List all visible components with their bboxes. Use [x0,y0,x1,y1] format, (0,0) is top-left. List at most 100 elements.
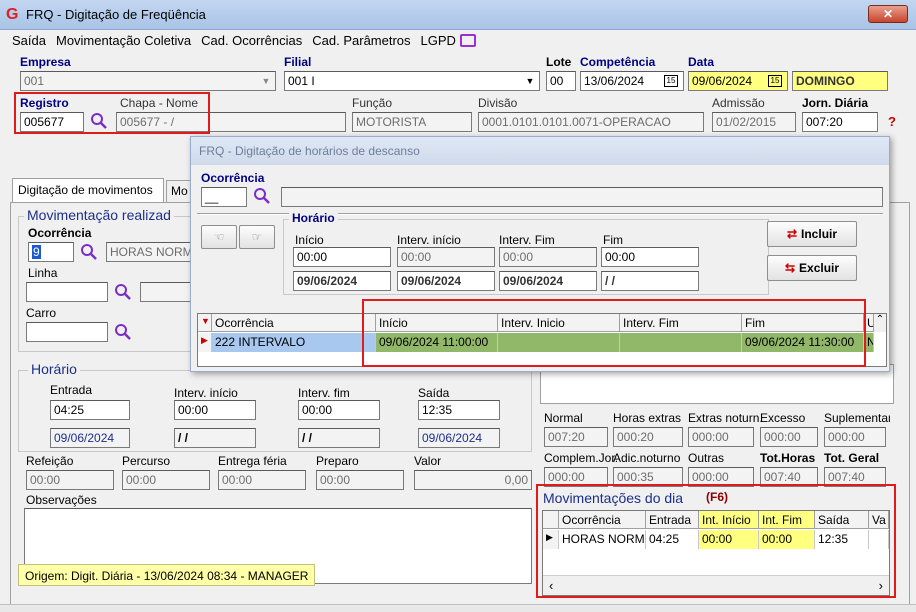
dialog-fim-date[interactable]: / / [601,271,699,291]
dialog-header-int-fim[interactable]: Interv. Fim [620,314,742,332]
rest-hours-dialog: FRQ - Digitação de horários de descanso … [190,136,890,372]
window-title: FRQ - Digitação de Freqüência [26,7,206,22]
dialog-header-inicio[interactable]: Início [376,314,498,332]
help-button[interactable]: ? [884,114,900,132]
dialog-int-fim-label: Interv. Fim [499,233,555,247]
dialog-header-int-inicio[interactable]: Interv. Inicio [498,314,620,332]
percurso-field[interactable]: 00:00 [122,470,210,490]
ocorrencia-desc: HORAS NORM [106,242,192,262]
dialog-ocorrencia-field[interactable]: __ [201,187,247,207]
filial-field[interactable]: 001 I [284,71,540,91]
scroll-left-icon[interactable]: ‹ [549,578,553,593]
empresa-field[interactable]: 001 [20,71,276,91]
close-button[interactable]: ✕ [868,5,908,23]
dialog-grid[interactable]: ▼ Ocorrência Início Interv. Inicio Inter… [197,313,887,367]
next-button[interactable]: ☞ [239,225,275,249]
lote-field[interactable]: 00 [546,71,576,91]
mov-dia-cell: 04:25 [646,530,699,549]
search-icon[interactable] [90,112,108,130]
carro-field[interactable] [26,322,108,342]
excluir-button[interactable]: ⇆ Excluir [767,255,857,281]
search-icon[interactable] [80,243,98,261]
data-label: Data [688,55,715,69]
dialog-header-u[interactable]: U [864,314,874,332]
chapa-nome-field: 005677 - / [116,112,346,132]
empresa-dropdown-icon[interactable]: ▼ [258,73,274,89]
entrada-date-field: 09/06/2024 [50,428,130,448]
saida-date-field: 09/06/2024 [418,428,500,448]
horizontal-scrollbar[interactable]: ‹ › [543,575,889,595]
table-row[interactable]: ▶ HORAS NORM 04:25 00:00 00:00 12:35 [543,530,889,550]
dialog-int-fim-date[interactable]: 09/06/2024 [499,271,597,291]
mov-dia-header-ocorrencia[interactable]: Ocorrência [559,511,646,529]
int-inicio-field[interactable]: 00:00 [174,400,256,420]
dialog-scroll-up-icon[interactable]: ⌃ [874,314,886,332]
entrega-field[interactable]: 00:00 [218,470,306,490]
menu-movimentacao-coletiva[interactable]: Movimentação Coletiva [56,33,191,48]
mov-dia-cell: HORAS NORM [559,530,646,549]
dialog-inicio-field[interactable]: 00:00 [293,247,391,267]
jorn-diaria-field: 007:20 [802,112,878,132]
empresa-label: Empresa [20,55,71,69]
total-tot-horas: 007:40 [760,467,818,487]
add-icon: ⇄ [786,227,798,241]
mov-dia-header-int-fim[interactable]: Int. Fim [759,511,815,529]
dialog-header-ocorrencia[interactable]: Ocorrência [212,314,376,332]
origem-label: Origem: Digit. Diária - 13/06/2024 08:34… [18,564,316,586]
dialog-cell: 09/06/2024 11:00:00 [376,333,498,352]
mov-dia-grid[interactable]: Ocorrência Entrada Int. Início Int. Fim … [542,510,890,596]
int-fim-field[interactable]: 00:00 [298,400,380,420]
hand-right-icon: ☞ [251,230,263,244]
calendar-icon[interactable]: 15 [768,75,782,87]
refeicao-field[interactable]: 00:00 [26,470,114,490]
row-indicator-icon: ▶ [543,530,559,549]
dialog-fim-field[interactable]: 00:00 [601,247,699,267]
tab-movimentos-2[interactable]: Mo [166,180,192,202]
linha-field[interactable] [26,282,108,302]
chat-icon[interactable] [459,33,476,47]
search-icon[interactable] [114,323,132,341]
tab-digitacao-movimentos[interactable]: Digitação de movimentos [12,178,164,202]
mov-dia-header-va[interactable]: Va [869,511,889,529]
competencia-label: Competência [580,55,656,69]
mov-dia-title: Movimentações do dia [540,490,687,506]
dialog-int-inicio-field[interactable]: 00:00 [397,247,495,267]
search-icon[interactable] [114,283,132,301]
valor-field[interactable]: 0,00 [414,470,532,490]
menu-lgpd[interactable]: LGPD [421,33,456,48]
dialog-header-fim[interactable]: Fim [742,314,864,332]
divisao-label: Divisão [478,96,518,110]
calendar-icon[interactable]: 15 [664,75,678,87]
ocorrencia-field[interactable]: 9 [28,242,74,262]
title-bar: G FRQ - Digitação de Freqüência ✕ [0,0,916,30]
table-row[interactable]: ▶ 222 INTERVALO 09/06/2024 11:00:00 09/0… [198,333,886,353]
search-icon[interactable] [253,187,271,205]
previous-button[interactable]: ☜ [201,225,237,249]
dialog-ocorrencia-label: Ocorrência [201,171,265,185]
linha-desc [140,282,192,302]
preparo-field[interactable]: 00:00 [316,470,404,490]
registro-field[interactable]: 005677 [20,112,84,132]
mov-dia-header-int-inicio[interactable]: Int. Início [699,511,759,529]
total-label-extras-noturn: Extras noturn. [688,411,763,425]
dialog-int-inicio-label: Interv. início [397,233,461,247]
scroll-right-icon[interactable]: › [879,578,883,593]
menu-saida[interactable]: Saída [12,33,46,48]
total-label-tot-geral: Tot. Geral [824,451,880,465]
incluir-button[interactable]: ⇄ Incluir [767,221,857,247]
admissao-field: 01/02/2015 [712,112,796,132]
entrada-field[interactable]: 04:25 [50,400,130,420]
dialog-inicio-date[interactable]: 09/06/2024 [293,271,391,291]
hand-left-icon: ☜ [213,230,225,244]
mov-dia-shortcut: (F6) [706,490,728,504]
chapa-nome-label: Chapa - Nome [120,96,199,110]
filial-dropdown-icon[interactable]: ▼ [522,73,538,89]
dialog-int-inicio-date[interactable]: 09/06/2024 [397,271,495,291]
saida-field[interactable]: 12:35 [418,400,500,420]
mov-dia-header-entrada[interactable]: Entrada [646,511,699,529]
dialog-int-fim-field[interactable]: 00:00 [499,247,597,267]
mov-dia-header-saida[interactable]: Saída [815,511,869,529]
dialog-ocorrencia-desc [281,187,883,207]
menu-cad-parametros[interactable]: Cad. Parâmetros [312,33,410,48]
menu-cad-ocorrencias[interactable]: Cad. Ocorrências [201,33,302,48]
